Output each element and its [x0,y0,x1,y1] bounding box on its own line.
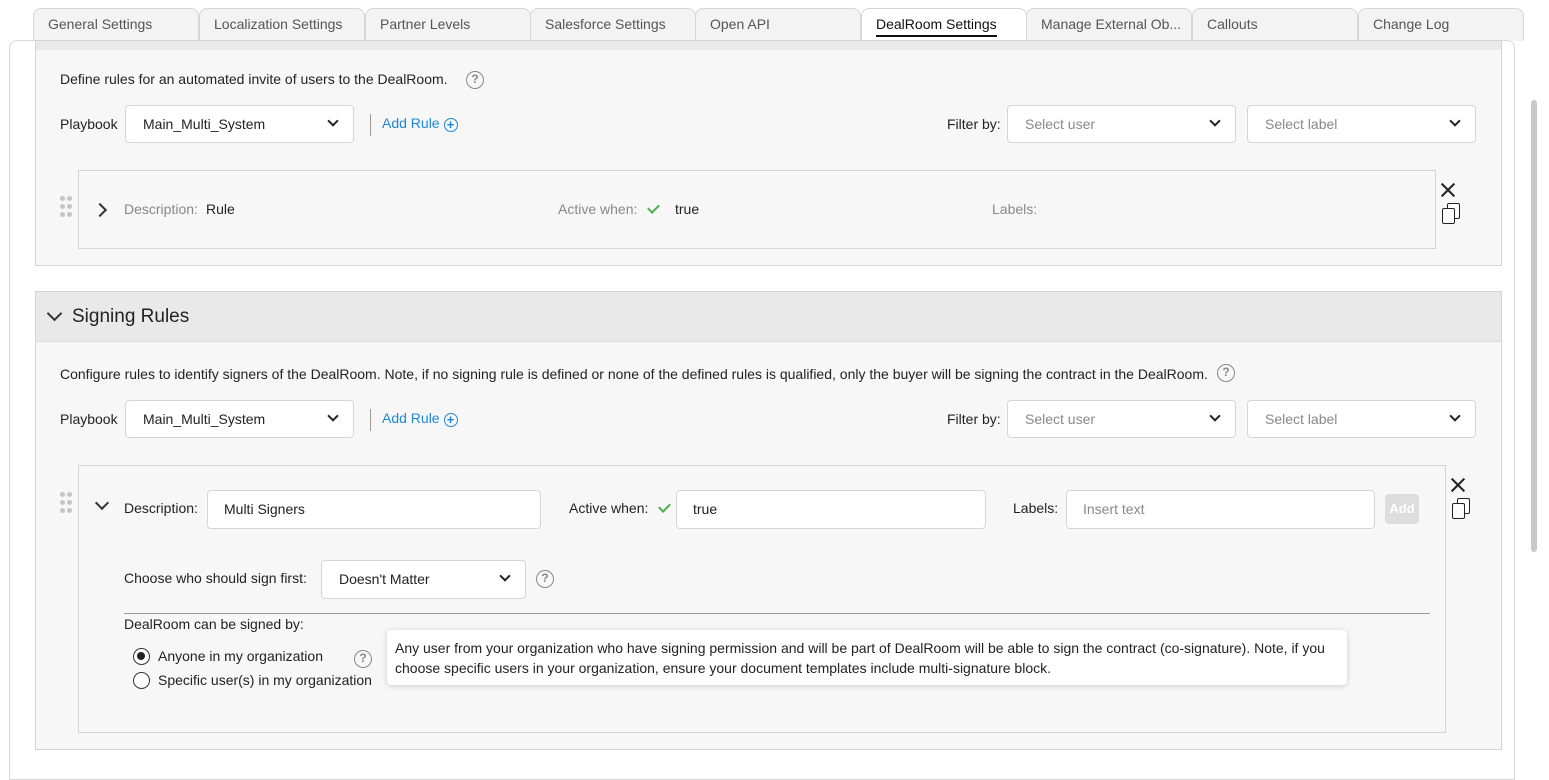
signing-permission-tooltip: Any user from your organization who have… [387,630,1347,685]
tab-partner-levels[interactable]: Partner Levels [365,8,531,41]
playbook-select[interactable]: Main_Multi_System [125,105,354,143]
chevron-down-icon [1209,410,1221,422]
chevron-down-icon [1209,115,1221,127]
user-filter-placeholder: Select user [1025,116,1096,132]
sign-first-label: Choose who should sign first: [124,570,307,586]
invite-rules-description: Define rules for an automated invite of … [60,71,448,87]
invite-rules-panel: Define rules for an automated invite of … [35,40,1502,266]
drag-handle-icon[interactable] [60,196,72,218]
help-icon[interactable]: ? [1217,364,1235,382]
tab-label: Change Log [1373,16,1450,32]
rule-description-input[interactable]: Multi Signers [207,490,541,529]
tab-callouts[interactable]: Callouts [1192,8,1358,41]
signing-rules-title: Signing Rules [72,306,190,327]
rule-description-label: Description: [124,500,198,516]
add-rule-button[interactable]: Add Rule + [382,115,458,132]
tab-change-log[interactable]: Change Log [1358,8,1524,41]
rule-labels-label: Labels: [992,201,1038,217]
rule-description-label: Description: [124,201,198,217]
check-icon [658,500,671,513]
settings-tab-bar: General Settings Localization Settings P… [0,0,1549,42]
signing-rule-card: Description: Multi Signers Active when: … [78,465,1446,733]
tab-general-settings[interactable]: General Settings [33,8,199,41]
radio-anyone-label: Anyone in my organization [158,648,323,664]
tab-manage-external-objects[interactable]: Manage External Ob... [1026,8,1192,41]
label-filter-select[interactable]: Select label [1247,400,1476,438]
playbook-select[interactable]: Main_Multi_System [125,400,354,438]
scrollbar-thumb[interactable] [1531,100,1537,552]
user-filter-placeholder: Select user [1025,411,1096,427]
label-filter-select[interactable]: Select label [1247,105,1476,143]
chevron-down-icon [327,410,339,422]
rule-active-value: true [675,201,700,217]
signed-by-label: DealRoom can be signed by: [124,616,304,632]
rule-description-input-value: Multi Signers [224,501,305,517]
radio-specific-users[interactable] [133,672,150,689]
playbook-label: Playbook [60,116,118,132]
tab-open-api[interactable]: Open API [695,8,861,41]
user-filter-select[interactable]: Select user [1007,400,1236,438]
tab-label: DealRoom Settings [876,16,997,37]
rule-active-input[interactable]: true [676,490,986,529]
divider [370,114,371,136]
close-icon[interactable] [1439,181,1457,199]
copy-icon[interactable] [1442,203,1462,225]
help-icon[interactable]: ? [466,71,484,89]
help-icon[interactable]: ? [536,570,554,588]
help-icon[interactable]: ? [354,650,372,668]
tab-label: General Settings [48,16,153,32]
copy-icon[interactable] [1452,498,1472,520]
signing-rules-description: Configure rules to identify signers of t… [60,366,1208,382]
plus-circle-icon: + [443,118,458,132]
panel-header-strip [36,41,1501,50]
playbook-label: Playbook [60,411,118,427]
radio-specific-users-label: Specific user(s) in my organization [158,672,372,688]
playbook-select-value: Main_Multi_System [143,116,266,132]
filter-by-label: Filter by: [947,411,1001,427]
tab-label: Partner Levels [380,16,471,32]
user-filter-select[interactable]: Select user [1007,105,1236,143]
sign-first-select[interactable]: Doesn't Matter [321,560,526,599]
rule-active-label: Active when: [558,201,638,217]
sign-first-value: Doesn't Matter [339,571,430,587]
radio-anyone-in-org[interactable] [133,648,150,665]
divider [370,409,371,431]
rule-labels-input[interactable]: Insert text [1066,490,1375,529]
rule-description-value: Rule [206,201,235,217]
rule-labels-label: Labels: [1013,500,1059,516]
playbook-select-value: Main_Multi_System [143,411,266,427]
tab-dealroom-settings[interactable]: DealRoom Settings [861,8,1027,42]
invite-rule-row: Description: Rule Active when: true Labe… [78,170,1436,249]
chevron-right-icon[interactable] [92,202,108,218]
divider [124,613,1430,614]
rule-active-label: Active when: [569,500,649,516]
check-icon [647,201,660,214]
tab-label: Localization Settings [214,16,343,32]
add-rule-label: Add Rule [382,410,440,426]
chevron-down-icon [1449,410,1461,422]
tab-salesforce-settings[interactable]: Salesforce Settings [530,8,696,41]
chevron-down-icon [1449,115,1461,127]
tab-label: Open API [710,16,770,32]
chevron-down-icon [327,115,339,127]
tab-label: Manage External Ob... [1041,16,1182,32]
label-filter-placeholder: Select label [1265,116,1338,132]
label-filter-placeholder: Select label [1265,411,1338,427]
tab-localization-settings[interactable]: Localization Settings [199,8,365,41]
tab-label: Callouts [1207,16,1258,32]
add-label-button[interactable]: Add [1385,494,1419,524]
drag-handle-icon[interactable] [60,492,72,514]
rule-active-input-value: true [693,501,718,517]
add-rule-button[interactable]: Add Rule + [382,410,458,427]
tab-label: Salesforce Settings [545,16,666,32]
rule-labels-placeholder: Insert text [1083,501,1145,517]
signing-rules-header[interactable]: Signing Rules [36,292,1501,342]
chevron-down-icon [499,570,511,582]
add-rule-label: Add Rule [382,115,440,131]
chevron-down-icon[interactable] [46,305,63,322]
plus-circle-icon: + [443,413,458,427]
close-icon[interactable] [1449,476,1467,494]
chevron-down-icon[interactable] [94,495,110,511]
filter-by-label: Filter by: [947,116,1001,132]
